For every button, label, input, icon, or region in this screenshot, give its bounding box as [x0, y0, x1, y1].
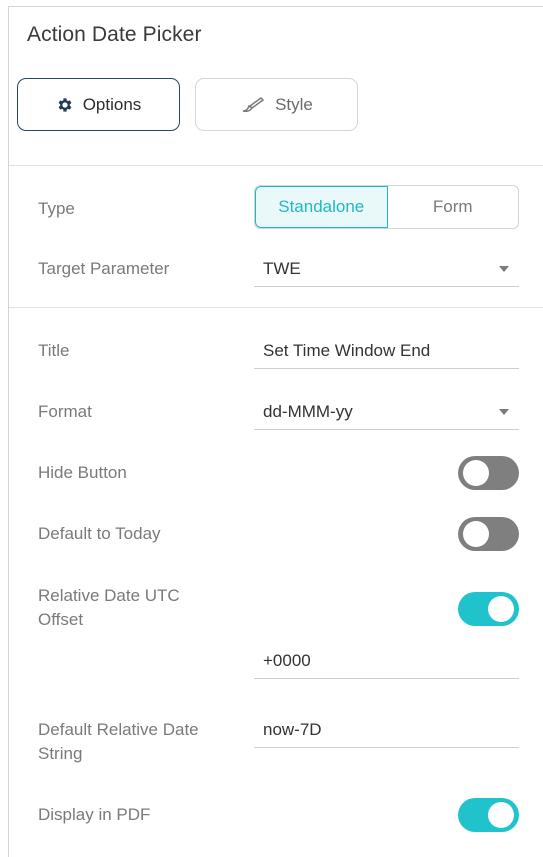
default-relative-date-string-label: Default Relative Date String [38, 718, 199, 766]
default-relative-date-string-label-line1: Default Relative Date [38, 720, 199, 739]
style-tab-label: Style [275, 94, 313, 114]
relative-date-utc-offset-label: Relative Date UTC Offset [38, 584, 180, 632]
target-parameter-label: Target Parameter [38, 259, 170, 278]
utc-offset-value: +0000 [263, 650, 311, 670]
default-to-today-label: Default to Today [38, 524, 161, 543]
format-label: Format [38, 402, 92, 421]
type-label: Type [38, 199, 75, 218]
section-divider [9, 307, 543, 308]
section-divider [9, 165, 543, 166]
default-relative-date-input[interactable]: now-7D [254, 712, 519, 748]
panel-title: Action Date Picker [27, 23, 202, 46]
relative-date-utc-offset-toggle[interactable] [458, 592, 519, 626]
display-in-pdf-label: Display in PDF [38, 805, 151, 824]
gear-icon [56, 96, 74, 114]
type-option-standalone[interactable]: Standalone [255, 186, 388, 228]
hide-button-toggle[interactable] [458, 456, 519, 490]
relative-date-utc-offset-label-line1: Relative Date UTC [38, 586, 180, 605]
format-value: dd-MMM-yy [263, 401, 353, 421]
default-relative-date-string-label-line2: String [38, 744, 83, 763]
options-tab-label: Options [82, 94, 142, 114]
title-input-value: Set Time Window End [263, 340, 431, 360]
type-option-form[interactable]: Form [388, 186, 519, 228]
toggle-knob [488, 596, 514, 622]
toggle-knob [463, 460, 489, 486]
toggle-knob [488, 802, 514, 828]
relative-date-utc-offset-label-line2: Offset [38, 610, 84, 629]
default-to-today-toggle[interactable] [458, 517, 519, 551]
options-tab-button[interactable]: Options [17, 78, 180, 131]
target-parameter-value: TWE [263, 258, 301, 278]
target-parameter-select[interactable]: TWE [254, 251, 519, 287]
hide-button-label: Hide Button [38, 463, 127, 482]
chevron-down-icon [499, 409, 509, 415]
format-select[interactable]: dd-MMM-yy [254, 394, 519, 430]
utc-offset-input[interactable]: +0000 [254, 643, 519, 679]
settings-panel: Action Date Picker Options Style Type St… [8, 6, 543, 857]
title-input[interactable]: Set Time Window End [254, 333, 519, 369]
chevron-down-icon [499, 266, 509, 272]
toggle-knob [463, 521, 489, 547]
display-in-pdf-toggle[interactable] [458, 798, 519, 832]
default-relative-date-value: now-7D [263, 719, 322, 739]
type-segmented-control: Standalone Form [254, 185, 519, 229]
title-label: Title [38, 341, 70, 360]
style-tab-button[interactable]: Style [195, 78, 358, 131]
brush-icon [240, 96, 266, 114]
